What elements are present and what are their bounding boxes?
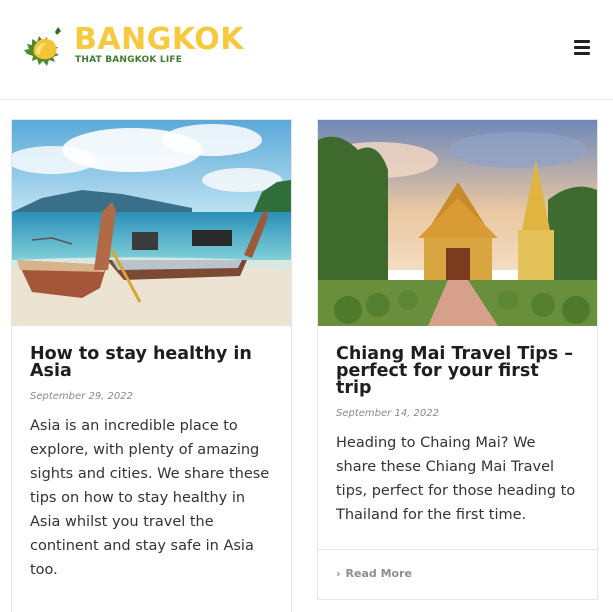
post-date: September 14, 2022 [336,408,439,419]
post-excerpt: Asia is an incredible place to explore, … [30,418,270,578]
brand-tagline: THAT BANGKOK LIFE [75,55,183,65]
post-title[interactable]: How to stay healthy in Asia [30,345,273,380]
longtail-boats-beach-image[interactable] [12,120,291,326]
post-date: September 29, 2022 [30,391,133,402]
post-card-footer: › Read More [318,549,597,599]
site-header: BANGKOK THAT BANGKOK LIFE [0,0,613,100]
post-title[interactable]: Chiang Mai Travel Tips – perfect for you… [336,345,579,397]
read-more-label: Read More [345,567,412,580]
chiang-mai-temple-image[interactable] [318,120,597,326]
site-logo[interactable]: BANGKOK THAT BANGKOK LIFE [22,22,243,72]
hamburger-menu-icon[interactable] [572,40,592,58]
durian-icon [24,27,61,66]
brand-title: BANGKOK [74,22,244,57]
read-more-link[interactable]: › Read More [336,567,412,580]
chevron-right-icon: › [336,567,341,580]
post-card: How to stay healthy in Asia September 29… [11,119,292,612]
post-card: Chiang Mai Travel Tips – perfect for you… [317,119,598,600]
post-excerpt: Heading to Chaing Mai? We share these Ch… [336,435,576,523]
